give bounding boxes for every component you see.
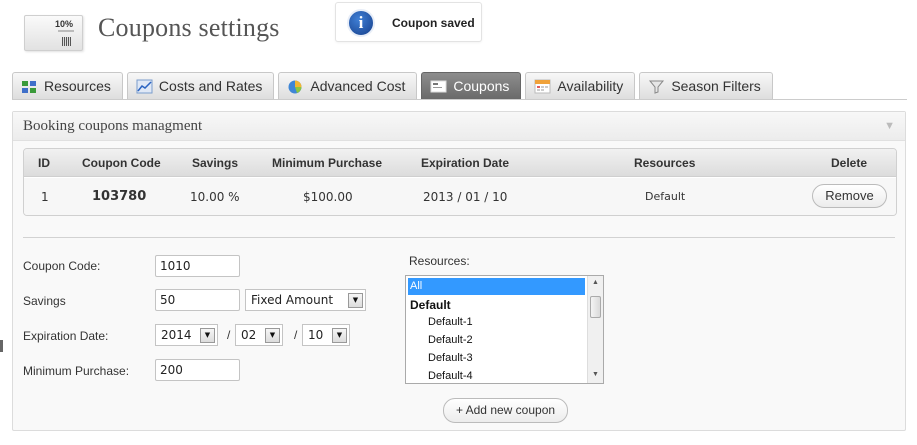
chevron-down-icon: ▼ [332, 328, 347, 343]
divider [23, 237, 895, 238]
tab-label: Season Filters [671, 78, 761, 94]
minimum-purchase-label: Minimum Purchase: [23, 364, 130, 378]
coupon-code-input[interactable]: 1010 [155, 255, 240, 277]
col-minimum-purchase: Minimum Purchase [272, 156, 383, 170]
savings-type-select[interactable]: Fixed Amount ▼ [245, 289, 366, 311]
coupons-logo-icon: 10% [24, 15, 83, 51]
cell-resources: Default [645, 190, 686, 203]
pie-chart-icon [287, 79, 304, 94]
scroll-down-icon[interactable]: ▼ [592, 371, 599, 378]
page-title: Coupons settings [98, 13, 280, 42]
listbox-scrollbar[interactable]: ▲ ▼ [587, 276, 603, 383]
resources-icon [21, 79, 38, 94]
cell-savings: 10.00 % [190, 190, 240, 204]
filter-icon [648, 79, 665, 94]
coupons-panel: Booking coupons managment ▼ ID Coupon Co… [12, 111, 906, 431]
tab-label: Costs and Rates [158, 78, 263, 94]
coupon-icon [430, 79, 447, 94]
add-new-coupon-button[interactable]: + Add new coupon [443, 398, 568, 423]
year-value: 2014 [161, 328, 192, 342]
cell-minimum-purchase: $100.00 [303, 190, 353, 204]
calendar-icon [534, 79, 551, 94]
resources-label: Resources: [409, 254, 470, 268]
remove-button[interactable]: Remove [812, 184, 887, 208]
chevron-down-icon: ▼ [265, 328, 280, 343]
expiration-year-select[interactable]: 2014 ▼ [155, 324, 218, 346]
col-resources: Resources [634, 156, 696, 170]
tab-label: Advanced Cost [310, 78, 406, 94]
table-header: ID Coupon Code Savings Minimum Purchase … [24, 149, 896, 177]
list-item-default-1[interactable]: Default-1 [408, 314, 585, 331]
collapse-arrow-icon[interactable]: ▼ [884, 120, 895, 132]
tab-availability[interactable]: Availability [525, 72, 636, 99]
minimum-purchase-input[interactable]: 200 [155, 359, 240, 381]
col-expiration-date: Expiration Date [421, 156, 510, 170]
tab-season-filters[interactable]: Season Filters [639, 72, 773, 99]
notice-text: Coupon saved [392, 16, 475, 30]
scroll-thumb[interactable] [590, 296, 601, 318]
coupon-code-label: Coupon Code: [23, 259, 101, 273]
cell-expiration-date: 2013 / 01 / 10 [423, 190, 508, 204]
list-item-all[interactable]: All [408, 278, 585, 295]
tab-label: Coupons [453, 78, 510, 94]
date-separator: / [227, 328, 231, 342]
tab-label: Availability [557, 78, 624, 94]
coupons-table: ID Coupon Code Savings Minimum Purchase … [23, 148, 897, 216]
status-notice: i Coupon saved [335, 2, 482, 42]
chevron-down-icon: ▼ [200, 328, 215, 343]
cell-id: 1 [41, 190, 49, 204]
tab-divider [12, 99, 907, 100]
cell-coupon-code: 103780 [92, 189, 147, 204]
col-id: ID [38, 156, 50, 170]
left-edge-marker [0, 340, 3, 352]
list-item-default[interactable]: Default [408, 296, 585, 313]
expiration-day-select[interactable]: 10 ▼ [302, 324, 350, 346]
resources-listbox[interactable]: All Default Default-1 Default-2 Default-… [405, 275, 604, 384]
tab-coupons[interactable]: Coupons [421, 72, 522, 99]
tab-bar: Resources Costs and Rates Advanced Cost … [12, 72, 777, 99]
panel-title: Booking coupons managment [13, 112, 905, 141]
expiration-date-label: Expiration Date: [23, 329, 109, 343]
savings-input[interactable]: 50 [155, 289, 240, 311]
day-value: 10 [308, 328, 324, 342]
tab-costs-and-rates[interactable]: Costs and Rates [126, 72, 275, 99]
chevron-down-icon: ▼ [348, 293, 363, 308]
list-item-default-3[interactable]: Default-3 [408, 350, 585, 367]
scroll-up-icon[interactable]: ▲ [592, 279, 599, 286]
table-row: 1 103780 10.00 % $100.00 2013 / 01 / 10 … [24, 178, 896, 215]
tab-advanced-cost[interactable]: Advanced Cost [278, 72, 418, 99]
savings-label: Savings [23, 294, 66, 308]
expiration-month-select[interactable]: 02 ▼ [235, 324, 283, 346]
col-coupon-code: Coupon Code [82, 156, 161, 170]
logo-text: 10% [54, 19, 73, 29]
tab-resources[interactable]: Resources [12, 72, 123, 99]
tab-label: Resources [44, 78, 111, 94]
col-delete: Delete [831, 156, 868, 170]
month-value: 02 [241, 328, 257, 342]
list-item-default-4[interactable]: Default-4 [408, 368, 585, 383]
barcode-icon [62, 37, 71, 46]
date-separator: / [294, 328, 298, 342]
col-savings: Savings [192, 156, 239, 170]
chart-icon [136, 79, 153, 94]
list-item-default-2[interactable]: Default-2 [408, 332, 585, 349]
info-icon: i [347, 9, 375, 37]
savings-type-value: Fixed Amount [251, 293, 334, 307]
